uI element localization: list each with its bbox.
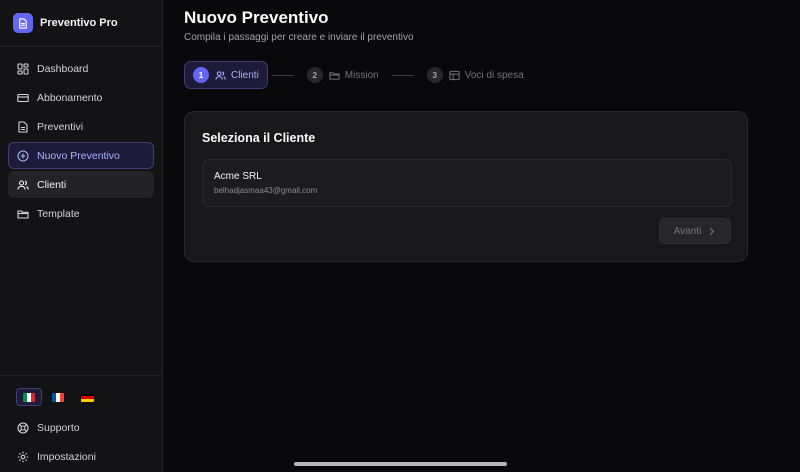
sidebar-item-label: Clienti xyxy=(37,178,67,191)
language-switcher xyxy=(8,388,154,406)
app-name: Preventivo Pro xyxy=(40,17,118,29)
sidebar-item-label: Dashboard xyxy=(37,62,89,75)
document-icon xyxy=(18,120,28,133)
sidebar-item-nuovo-preventivo[interactable]: Nuovo Preventivo xyxy=(8,142,154,169)
sidebar-item-preventivi[interactable]: Preventivi xyxy=(8,113,154,140)
step-number: 3 xyxy=(426,67,443,83)
sidebar-item-label: Preventivi xyxy=(37,120,84,133)
main-content: Nuovo Preventivo Compila i passaggi per … xyxy=(163,0,800,472)
sidebar-item-supporto[interactable]: Supporto xyxy=(8,414,154,441)
users-icon xyxy=(215,70,226,80)
sidebar-item-label: Supporto xyxy=(37,421,80,434)
language-it-button[interactable] xyxy=(16,388,42,406)
italy-flag-icon xyxy=(22,392,36,402)
home-indicator[interactable] xyxy=(294,462,507,466)
sidebar-item-clienti[interactable]: Clienti xyxy=(8,171,154,198)
document-icon xyxy=(19,17,27,29)
client-email: belhadjasmaa43@gmail.com xyxy=(214,186,318,195)
sidebar-item-abbonamento[interactable]: Abbonamento xyxy=(8,84,154,111)
page-subtitle: Compila i passaggi per creare e inviare … xyxy=(184,32,414,43)
step-separator xyxy=(271,74,294,76)
step-clienti[interactable]: 1 Clienti xyxy=(184,61,268,89)
france-flag-icon xyxy=(51,392,65,402)
step-voci-di-spesa[interactable]: 3 Voci di spesa xyxy=(418,61,533,89)
next-button-label: Avanti xyxy=(673,225,702,237)
stepper: 1 Clienti 2 Mission 3 Voci di spesa xyxy=(184,61,533,89)
sidebar-item-label: Nuovo Preventivo xyxy=(37,149,120,162)
sidebar-nav: Dashboard Abbonamento Preventivi Nuovo P… xyxy=(0,47,162,227)
sidebar: Preventivo Pro Dashboard Abbonamento Pre… xyxy=(0,0,163,472)
language-de-button[interactable] xyxy=(74,388,100,406)
next-button[interactable]: Avanti xyxy=(659,218,731,244)
card-icon xyxy=(17,93,29,102)
chevron-right-icon xyxy=(710,227,715,235)
users-icon xyxy=(17,179,29,190)
step-label: Clienti xyxy=(231,69,259,81)
client-name: Acme SRL xyxy=(214,171,262,182)
lifebuoy-icon xyxy=(17,421,29,434)
app-logo xyxy=(13,13,33,33)
dashboard-icon xyxy=(17,62,29,75)
client-list-item[interactable]: Acme SRL belhadjasmaa43@gmail.com xyxy=(202,159,732,207)
sidebar-item-dashboard[interactable]: Dashboard xyxy=(8,55,154,82)
step-label: Mission xyxy=(344,69,379,81)
client-selection-card: Seleziona il Cliente Acme SRL belhadjasm… xyxy=(184,111,748,262)
step-separator xyxy=(391,74,414,76)
step-number: 2 xyxy=(306,67,323,83)
sidebar-item-impostazioni[interactable]: Impostazioni xyxy=(8,443,154,470)
step-number: 1 xyxy=(193,67,209,83)
germany-flag-icon xyxy=(80,392,94,402)
language-fr-button[interactable] xyxy=(45,388,71,406)
sidebar-item-label: Template xyxy=(37,207,80,220)
sidebar-item-template[interactable]: Template xyxy=(8,200,154,227)
sidebar-item-label: Abbonamento xyxy=(37,91,103,104)
card-title: Seleziona il Cliente xyxy=(202,131,316,145)
sidebar-footer: Supporto Impostazioni xyxy=(0,375,162,472)
sidebar-item-label: Impostazioni xyxy=(37,450,96,463)
step-label: Voci di spesa xyxy=(464,69,524,81)
brand[interactable]: Preventivo Pro xyxy=(0,0,162,47)
folder-icon xyxy=(329,71,340,80)
gear-icon xyxy=(17,451,29,462)
step-mission[interactable]: 2 Mission xyxy=(298,61,388,89)
folder-icon xyxy=(17,209,29,219)
page-title: Nuovo Preventivo xyxy=(184,8,329,27)
plus-circle-icon xyxy=(17,149,29,162)
table-icon xyxy=(449,70,460,80)
